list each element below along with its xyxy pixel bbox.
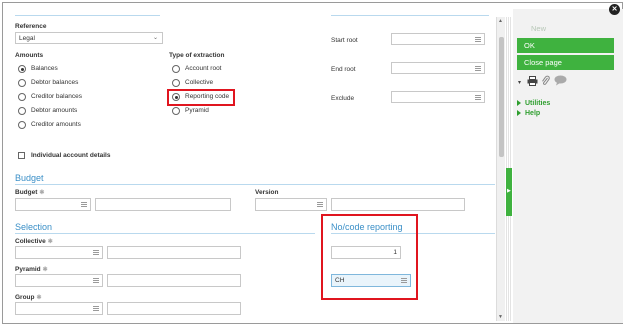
radio-creditor-amounts[interactable] — [18, 121, 26, 129]
budget-divider — [15, 184, 495, 185]
version-label: Version — [255, 189, 279, 196]
exclude-field[interactable] — [391, 91, 485, 103]
triangle-right-icon — [517, 110, 521, 117]
radio-creditor-amounts-label: Creditor amounts — [31, 121, 81, 128]
version-code-field[interactable] — [255, 198, 327, 211]
radio-account-root-label: Account root — [185, 65, 222, 72]
list-icon[interactable] — [317, 202, 323, 207]
extraction-type-label: Type of extraction — [169, 52, 225, 59]
caret-down-icon[interactable]: ▾ — [518, 79, 521, 86]
pyramid-label: Pyramid ✱ — [15, 266, 48, 273]
required-marker: ✱ — [36, 295, 42, 301]
collective-code-field[interactable] — [15, 246, 103, 259]
radio-collective[interactable] — [172, 79, 180, 87]
radio-creditor-balances-label: Creditor balances — [31, 93, 82, 100]
collective-description-field[interactable] — [107, 246, 241, 259]
amounts-label: Amounts — [15, 52, 44, 59]
triangle-right-icon — [517, 100, 521, 107]
radio-debtor-balances-label: Debtor balances — [31, 79, 79, 86]
chevron-down-icon: ⌄ — [152, 35, 158, 41]
budget-description-field[interactable] — [95, 198, 231, 211]
scroll-down-icon[interactable]: ▼ — [498, 314, 503, 320]
end-root-field[interactable] — [391, 62, 485, 74]
reference-select[interactable]: Legal ⌄ — [15, 32, 163, 44]
radio-balances-label: Balances — [31, 65, 58, 72]
comment-icon[interactable] — [554, 75, 567, 86]
radio-debtor-balances[interactable] — [18, 79, 26, 87]
top-divider-right — [331, 15, 489, 16]
highlight-reporting-code — [167, 89, 235, 106]
scroll-up-icon[interactable]: ▲ — [498, 18, 503, 24]
radio-collective-label: Collective — [185, 79, 214, 86]
radio-balances[interactable] — [18, 65, 26, 73]
budget-section-title: Budget — [15, 173, 44, 183]
individual-details-label: Individual account details — [31, 152, 111, 159]
radio-pyramid[interactable] — [172, 107, 180, 115]
group-code-field[interactable] — [15, 302, 103, 315]
required-marker: ✱ — [39, 190, 45, 196]
list-icon[interactable] — [475, 37, 481, 42]
chevron-right-icon: ▶ — [507, 188, 511, 194]
close-page-button[interactable]: Close page — [517, 55, 614, 70]
group-label: Group ✱ — [15, 294, 42, 301]
required-marker: ✱ — [47, 239, 53, 245]
splitter-toggle[interactable]: ▶ — [506, 168, 512, 216]
required-marker: ✱ — [42, 267, 48, 273]
budget-code-field[interactable] — [15, 198, 91, 211]
reference-value: Legal — [19, 35, 35, 42]
start-root-label: Start root — [331, 37, 358, 44]
version-description-field[interactable] — [331, 198, 465, 211]
list-icon[interactable] — [475, 95, 481, 100]
radio-debtor-amounts-label: Debtor amounts — [31, 107, 78, 114]
ok-button[interactable]: OK — [517, 38, 614, 53]
individual-details-checkbox[interactable] — [18, 152, 25, 159]
exclude-label: Exclude — [331, 95, 355, 102]
dialog-window: Reference Legal ⌄ Amounts Balances Debto… — [2, 2, 623, 324]
selection-divider — [15, 233, 315, 234]
help-link[interactable]: Help — [517, 110, 540, 117]
close-icon[interactable]: ✕ — [609, 4, 620, 15]
reference-label: Reference — [15, 23, 47, 30]
highlight-reporting-section — [321, 214, 418, 300]
list-icon[interactable] — [81, 202, 87, 207]
pyramid-code-field[interactable] — [15, 274, 103, 287]
vertical-scrollbar[interactable]: ▲ ▼ — [496, 17, 505, 321]
pyramid-description-field[interactable] — [107, 274, 241, 287]
new-button[interactable]: New — [513, 24, 613, 33]
collective-label: Collective ✱ — [15, 238, 53, 245]
budget-label: Budget ✱ — [15, 189, 45, 196]
scrollbar-thumb[interactable] — [498, 37, 504, 157]
group-description-field[interactable] — [107, 302, 241, 315]
start-root-field[interactable] — [391, 33, 485, 45]
list-icon[interactable] — [475, 66, 481, 71]
list-icon[interactable] — [93, 250, 99, 255]
list-icon[interactable] — [93, 306, 99, 311]
radio-pyramid-label: Pyramid — [185, 107, 209, 114]
list-icon[interactable] — [93, 278, 99, 283]
radio-debtor-amounts[interactable] — [18, 107, 26, 115]
attachment-icon[interactable] — [541, 75, 550, 86]
utilities-link[interactable]: Utilities — [517, 100, 550, 107]
top-divider-left — [15, 15, 160, 16]
radio-creditor-balances[interactable] — [18, 93, 26, 101]
end-root-label: End root — [331, 66, 356, 73]
selection-section-title: Selection — [15, 222, 53, 232]
radio-account-root[interactable] — [172, 65, 180, 73]
print-icon[interactable] — [527, 76, 538, 86]
